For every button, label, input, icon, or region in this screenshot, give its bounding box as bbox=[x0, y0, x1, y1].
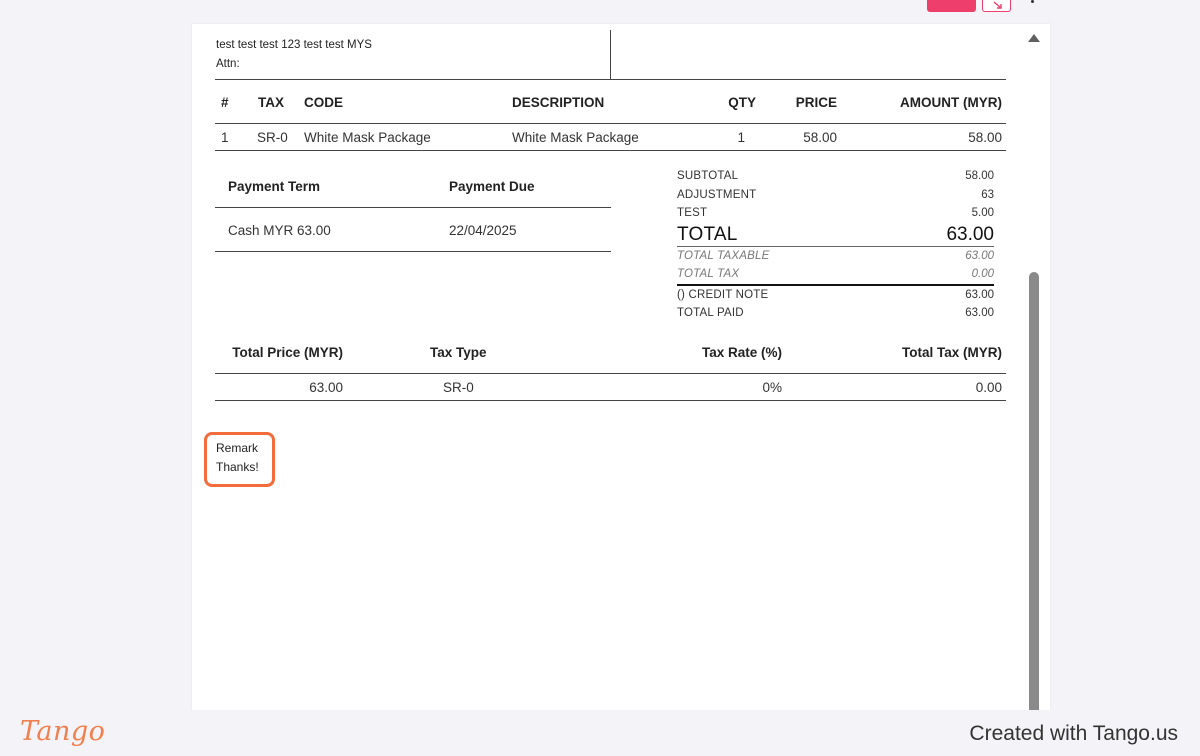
remark-text: Thanks! bbox=[216, 460, 259, 474]
remark-title: Remark bbox=[216, 441, 259, 455]
tax-header-divider bbox=[215, 373, 1006, 374]
scrollbar[interactable] bbox=[1024, 24, 1044, 714]
tax-col-rate: Tax Rate (%) bbox=[701, 345, 782, 360]
row-qty: 1 bbox=[737, 130, 745, 145]
row-price: 58.00 bbox=[803, 130, 837, 145]
adjustment-value: 63 bbox=[981, 189, 994, 201]
primary-action-button[interactable] bbox=[927, 0, 976, 12]
tax-col-total-price: Total Price (MYR) bbox=[232, 345, 343, 360]
items-table-top-border bbox=[215, 79, 1006, 80]
col-header-price: PRICE bbox=[795, 95, 837, 110]
subtotal-value: 58.00 bbox=[965, 170, 994, 182]
total-tax-label: TOTAL TAX bbox=[677, 268, 740, 280]
tax-divider bbox=[677, 284, 994, 286]
total-taxable-value: 63.00 bbox=[965, 250, 994, 262]
payment-bottom-border bbox=[215, 251, 611, 252]
tax-row-rate: 0% bbox=[762, 380, 782, 395]
total-label: TOTAL bbox=[677, 224, 738, 245]
invoice-document bbox=[192, 24, 1050, 714]
scroll-up-arrow-icon[interactable] bbox=[1028, 34, 1040, 42]
share-button[interactable] bbox=[982, 0, 1011, 12]
total-divider bbox=[677, 246, 994, 247]
tax-col-type: Tax Type bbox=[430, 345, 487, 360]
more-options-icon[interactable] bbox=[1031, 0, 1035, 6]
subtotal-label: SUBTOTAL bbox=[677, 170, 739, 182]
total-taxable-label: TOTAL TAXABLE bbox=[677, 250, 770, 262]
col-header-description: DESCRIPTION bbox=[512, 95, 605, 110]
col-header-tax: TAX bbox=[258, 95, 284, 110]
tax-table-bottom-border bbox=[215, 400, 1006, 401]
payment-header-divider bbox=[215, 207, 611, 208]
total-paid-value: 63.00 bbox=[965, 307, 994, 319]
payment-term-header: Payment Term bbox=[228, 179, 321, 194]
tango-footer: Tango Created with Tango.us bbox=[0, 710, 1200, 756]
deliver-address: test test test 123 test test MYS bbox=[216, 39, 372, 51]
test-value: 5.00 bbox=[971, 207, 994, 219]
payment-term-value: Cash MYR 63.00 bbox=[228, 223, 331, 238]
total-paid-label: TOTAL PAID bbox=[677, 307, 744, 319]
test-label: TEST bbox=[677, 207, 708, 219]
adjustment-label: ADJUSTMENT bbox=[677, 189, 757, 201]
deliver-attn: Attn: bbox=[216, 58, 240, 70]
credit-note-label: () CREDIT NOTE bbox=[677, 289, 769, 301]
tango-logo: Tango bbox=[20, 716, 106, 747]
credit-note-value: 63.00 bbox=[965, 289, 994, 301]
tax-row-total-price: 63.00 bbox=[309, 380, 343, 395]
row-code: White Mask Package bbox=[304, 130, 431, 145]
deliver-to-label: DELIVER TO bbox=[216, 16, 285, 28]
col-header-number: # bbox=[221, 95, 229, 110]
col-header-amount: AMOUNT (MYR) bbox=[900, 95, 1002, 110]
deliver-divider bbox=[610, 30, 611, 79]
items-table-bottom-border bbox=[215, 150, 1006, 151]
row-number: 1 bbox=[221, 130, 229, 145]
share-icon bbox=[993, 1, 1002, 9]
tax-row-total-tax: 0.00 bbox=[975, 380, 1002, 395]
items-header-divider bbox=[215, 123, 1006, 124]
scroll-thumb[interactable] bbox=[1029, 272, 1039, 714]
col-header-qty: QTY bbox=[728, 95, 756, 110]
col-header-code: CODE bbox=[304, 95, 344, 110]
row-description: White Mask Package bbox=[512, 130, 639, 145]
row-amount: 58.00 bbox=[968, 130, 1002, 145]
total-value: 63.00 bbox=[946, 224, 994, 245]
tax-row-type: SR-0 bbox=[443, 380, 474, 395]
row-tax: SR-0 bbox=[257, 130, 288, 145]
payment-due-header: Payment Due bbox=[449, 179, 535, 194]
total-tax-value: 0.00 bbox=[971, 268, 994, 280]
tax-col-total-tax: Total Tax (MYR) bbox=[902, 345, 1002, 360]
payment-due-value: 22/04/2025 bbox=[449, 223, 517, 238]
created-with-text: Created with Tango.us bbox=[969, 722, 1178, 745]
